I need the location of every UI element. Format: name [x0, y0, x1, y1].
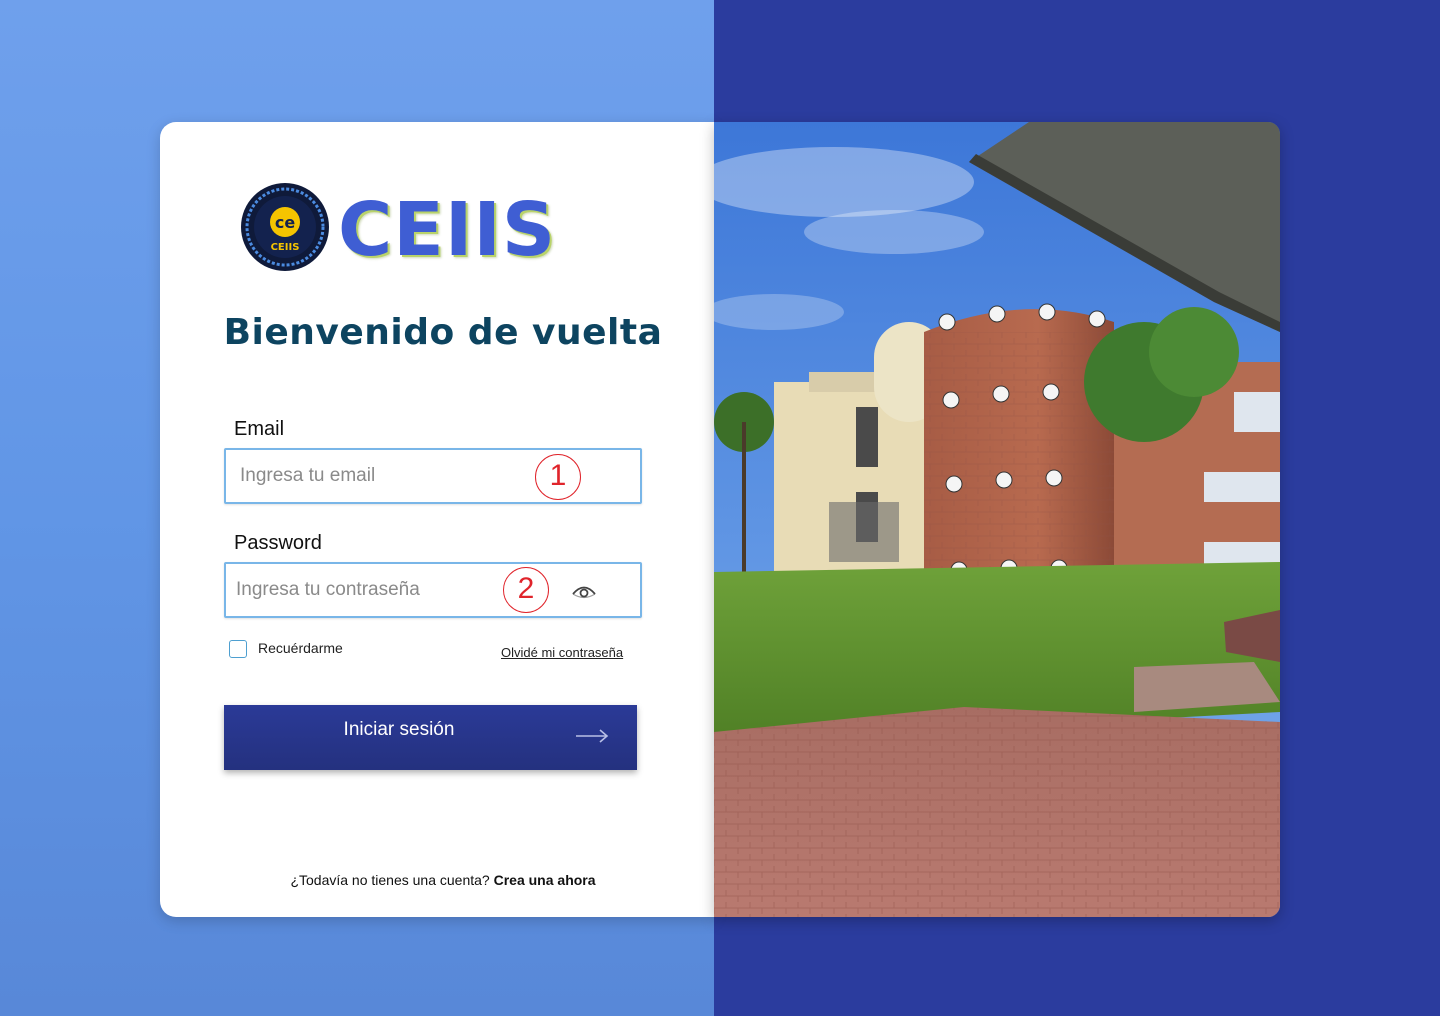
arrow-right-icon: [575, 727, 609, 745]
signup-prompt-text: ¿Todavía no tienes una cuenta?: [290, 872, 490, 888]
page-title: Bienvenido de vuelta: [223, 312, 663, 353]
field-marker-2: 2: [503, 567, 549, 613]
forgot-password-link[interactable]: Olvidé mi contraseña: [501, 645, 623, 660]
brand-name: CEIIS: [338, 187, 557, 273]
eye-icon[interactable]: [570, 582, 598, 602]
password-field[interactable]: [234, 564, 518, 616]
campus-photo: [714, 122, 1280, 917]
login-button-label: Iniciar sesión: [343, 719, 455, 740]
remember-checkbox[interactable]: [229, 640, 247, 658]
signup-prompt: ¿Todavía no tienes una cuenta? Crea una …: [160, 872, 714, 888]
field-marker-1: 1: [535, 454, 581, 500]
ceiis-badge-logo: ce CEIIS: [240, 182, 330, 272]
svg-text:CEIIS: CEIIS: [271, 242, 300, 253]
remember-label: Recuérdarme: [258, 640, 343, 656]
password-label: Password: [234, 532, 322, 554]
email-label: Email: [234, 418, 285, 440]
svg-text:ce: ce: [275, 213, 295, 232]
signup-link[interactable]: Crea una ahora: [494, 872, 596, 888]
email-field[interactable]: [238, 450, 522, 502]
